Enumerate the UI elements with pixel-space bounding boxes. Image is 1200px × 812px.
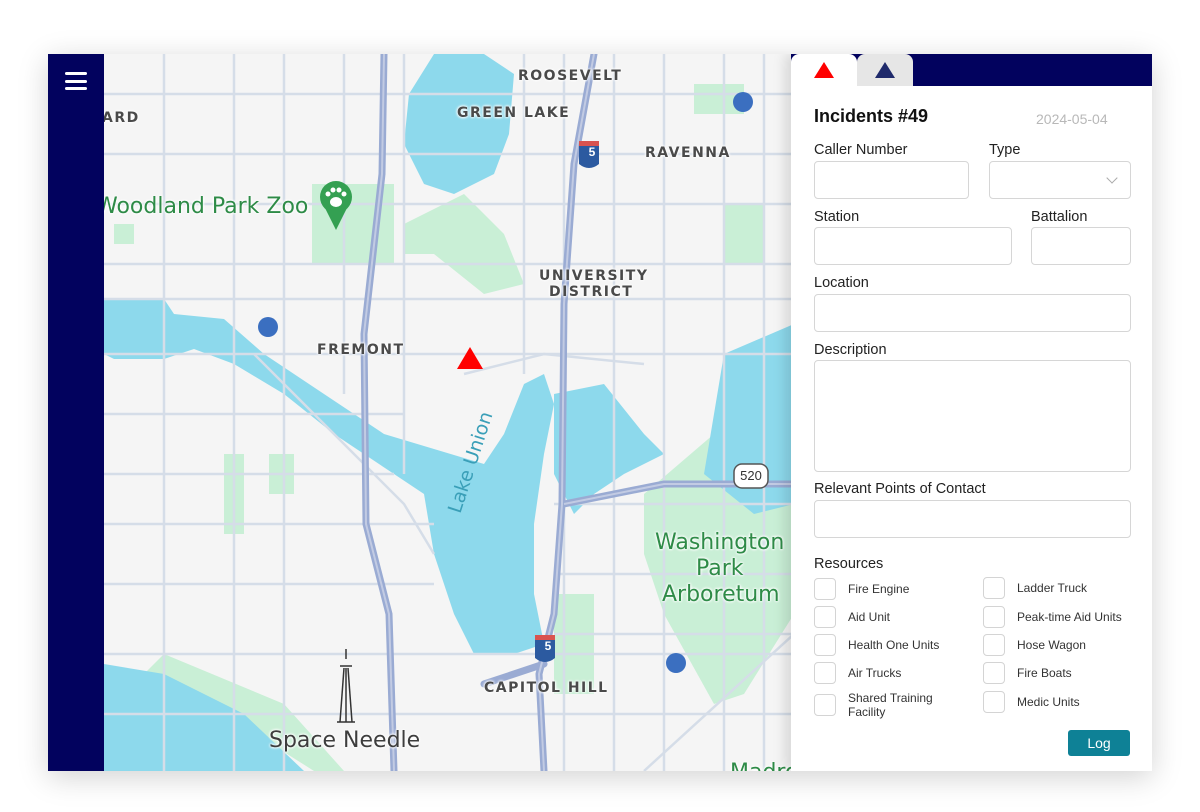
unit-marker[interactable] [666, 653, 686, 673]
resource-checkbox-hose-wagon[interactable]: Hose Wagon [983, 634, 1086, 656]
checkbox[interactable] [983, 577, 1005, 599]
resource-checkbox-ladder-truck[interactable]: Ladder Truck [983, 577, 1087, 599]
checkbox[interactable] [814, 634, 836, 656]
checkbox[interactable] [983, 606, 1005, 628]
description-label: Description [814, 342, 887, 358]
unit-marker[interactable] [258, 317, 278, 337]
sr520-shield-label: 520 [740, 468, 762, 483]
resource-checkbox-shared-training-facility[interactable]: Shared Training Facility [814, 691, 948, 719]
green-lake [404, 54, 514, 194]
map-label-green-lake: GREEN LAKE [457, 105, 571, 121]
map-label-roosevelt: ROOSEVELT [518, 68, 623, 84]
resource-checkbox-fire-boats[interactable]: Fire Boats [983, 662, 1072, 684]
caller-number-label: Caller Number [814, 142, 908, 158]
incident-date: 2024-05-04 [1036, 111, 1108, 127]
map-label-fremont: FREMONT [317, 342, 405, 358]
map-base [104, 54, 794, 771]
navy-triangle-icon [875, 62, 895, 78]
checkbox-label: Aid Unit [848, 610, 891, 624]
hamburger-menu-icon[interactable] [65, 71, 87, 91]
points-of-contact-label: Relevant Points of Contact [814, 481, 986, 497]
map-label-neighborhood: ARD [104, 110, 140, 126]
station-label: Station [814, 209, 860, 225]
tab-incidents[interactable] [791, 54, 857, 86]
checkbox-label: Medic Units [1017, 695, 1080, 709]
map-label-university: UNIVERSITY [539, 268, 649, 284]
battalion-input[interactable] [1031, 227, 1131, 265]
checkbox-label: Hose Wagon [1017, 638, 1086, 652]
checkbox-label: Air Trucks [848, 666, 902, 680]
checkbox-label: Fire Boats [1017, 666, 1072, 680]
map-label-madrona: Madro [730, 760, 794, 771]
map-label-district: DISTRICT [549, 284, 634, 300]
station-input[interactable] [814, 227, 1012, 265]
checkbox[interactable] [983, 662, 1005, 684]
map-label-space-needle: Space Needle [269, 728, 421, 753]
resource-checkbox-peak-time-aid-units[interactable]: Peak-time Aid Units [983, 606, 1122, 628]
checkbox-label: Shared Training Facility [848, 691, 933, 719]
checkbox[interactable] [983, 691, 1005, 713]
checkbox[interactable] [814, 578, 836, 600]
map-label-park: Park [696, 556, 744, 581]
checkbox[interactable] [814, 694, 836, 716]
caller-number-input[interactable] [814, 161, 969, 199]
app-window: ARD ROOSEVELT GREEN LAKE RAVENNA Woodlan… [48, 54, 1152, 771]
checkbox-label: Health One Units [848, 638, 940, 652]
incident-marker[interactable] [457, 347, 483, 369]
resource-checkbox-aid-unit[interactable]: Aid Unit [814, 606, 890, 628]
checkbox[interactable] [983, 634, 1005, 656]
location-input[interactable] [814, 294, 1131, 332]
map-view[interactable]: ARD ROOSEVELT GREEN LAKE RAVENNA Woodlan… [104, 54, 794, 771]
chevron-down-icon [1106, 172, 1118, 184]
panel-title: Incidents #49 [814, 106, 929, 126]
tab-secondary[interactable] [857, 54, 913, 86]
location-label: Location [814, 275, 869, 291]
map-label-arboretum: Arboretum [662, 582, 780, 607]
type-label: Type [989, 142, 1021, 158]
log-button[interactable]: Log [1068, 730, 1130, 756]
resources-heading: Resources [814, 556, 884, 572]
battalion-label: Battalion [1031, 209, 1088, 225]
checkbox[interactable] [814, 606, 836, 628]
checkbox-label: Ladder Truck [1017, 581, 1088, 595]
resource-checkbox-fire-engine[interactable]: Fire Engine [814, 578, 909, 600]
unit-marker[interactable] [733, 92, 753, 112]
map-label-washington: Washington [655, 530, 785, 555]
red-triangle-icon [814, 62, 834, 78]
resource-checkbox-health-one-units[interactable]: Health One Units [814, 634, 939, 656]
map-label-woodland-park-zoo: Woodland Park Zoo [104, 194, 309, 219]
incident-panel: Incidents #49 2024-05-04 Caller Number T… [791, 54, 1152, 771]
highway-99 [360, 54, 398, 771]
i5-shield-label: 5 [544, 639, 552, 653]
map-label-ravenna: RAVENNA [645, 145, 731, 161]
checkbox-label: Fire Engine [848, 582, 910, 596]
checkbox[interactable] [814, 662, 836, 684]
checkbox-label: Peak-time Aid Units [1017, 610, 1122, 624]
resource-checkbox-medic-units[interactable]: Medic Units [983, 691, 1080, 713]
type-select[interactable] [989, 161, 1131, 199]
resource-checkbox-air-trucks[interactable]: Air Trucks [814, 662, 901, 684]
map-label-capitol-hill: CAPITOL HILL [484, 680, 609, 696]
space-needle-icon [337, 649, 355, 723]
description-textarea[interactable] [814, 360, 1131, 472]
points-of-contact-input[interactable] [814, 500, 1131, 538]
i5-shield-label: 5 [588, 145, 596, 159]
sidebar [48, 54, 104, 771]
